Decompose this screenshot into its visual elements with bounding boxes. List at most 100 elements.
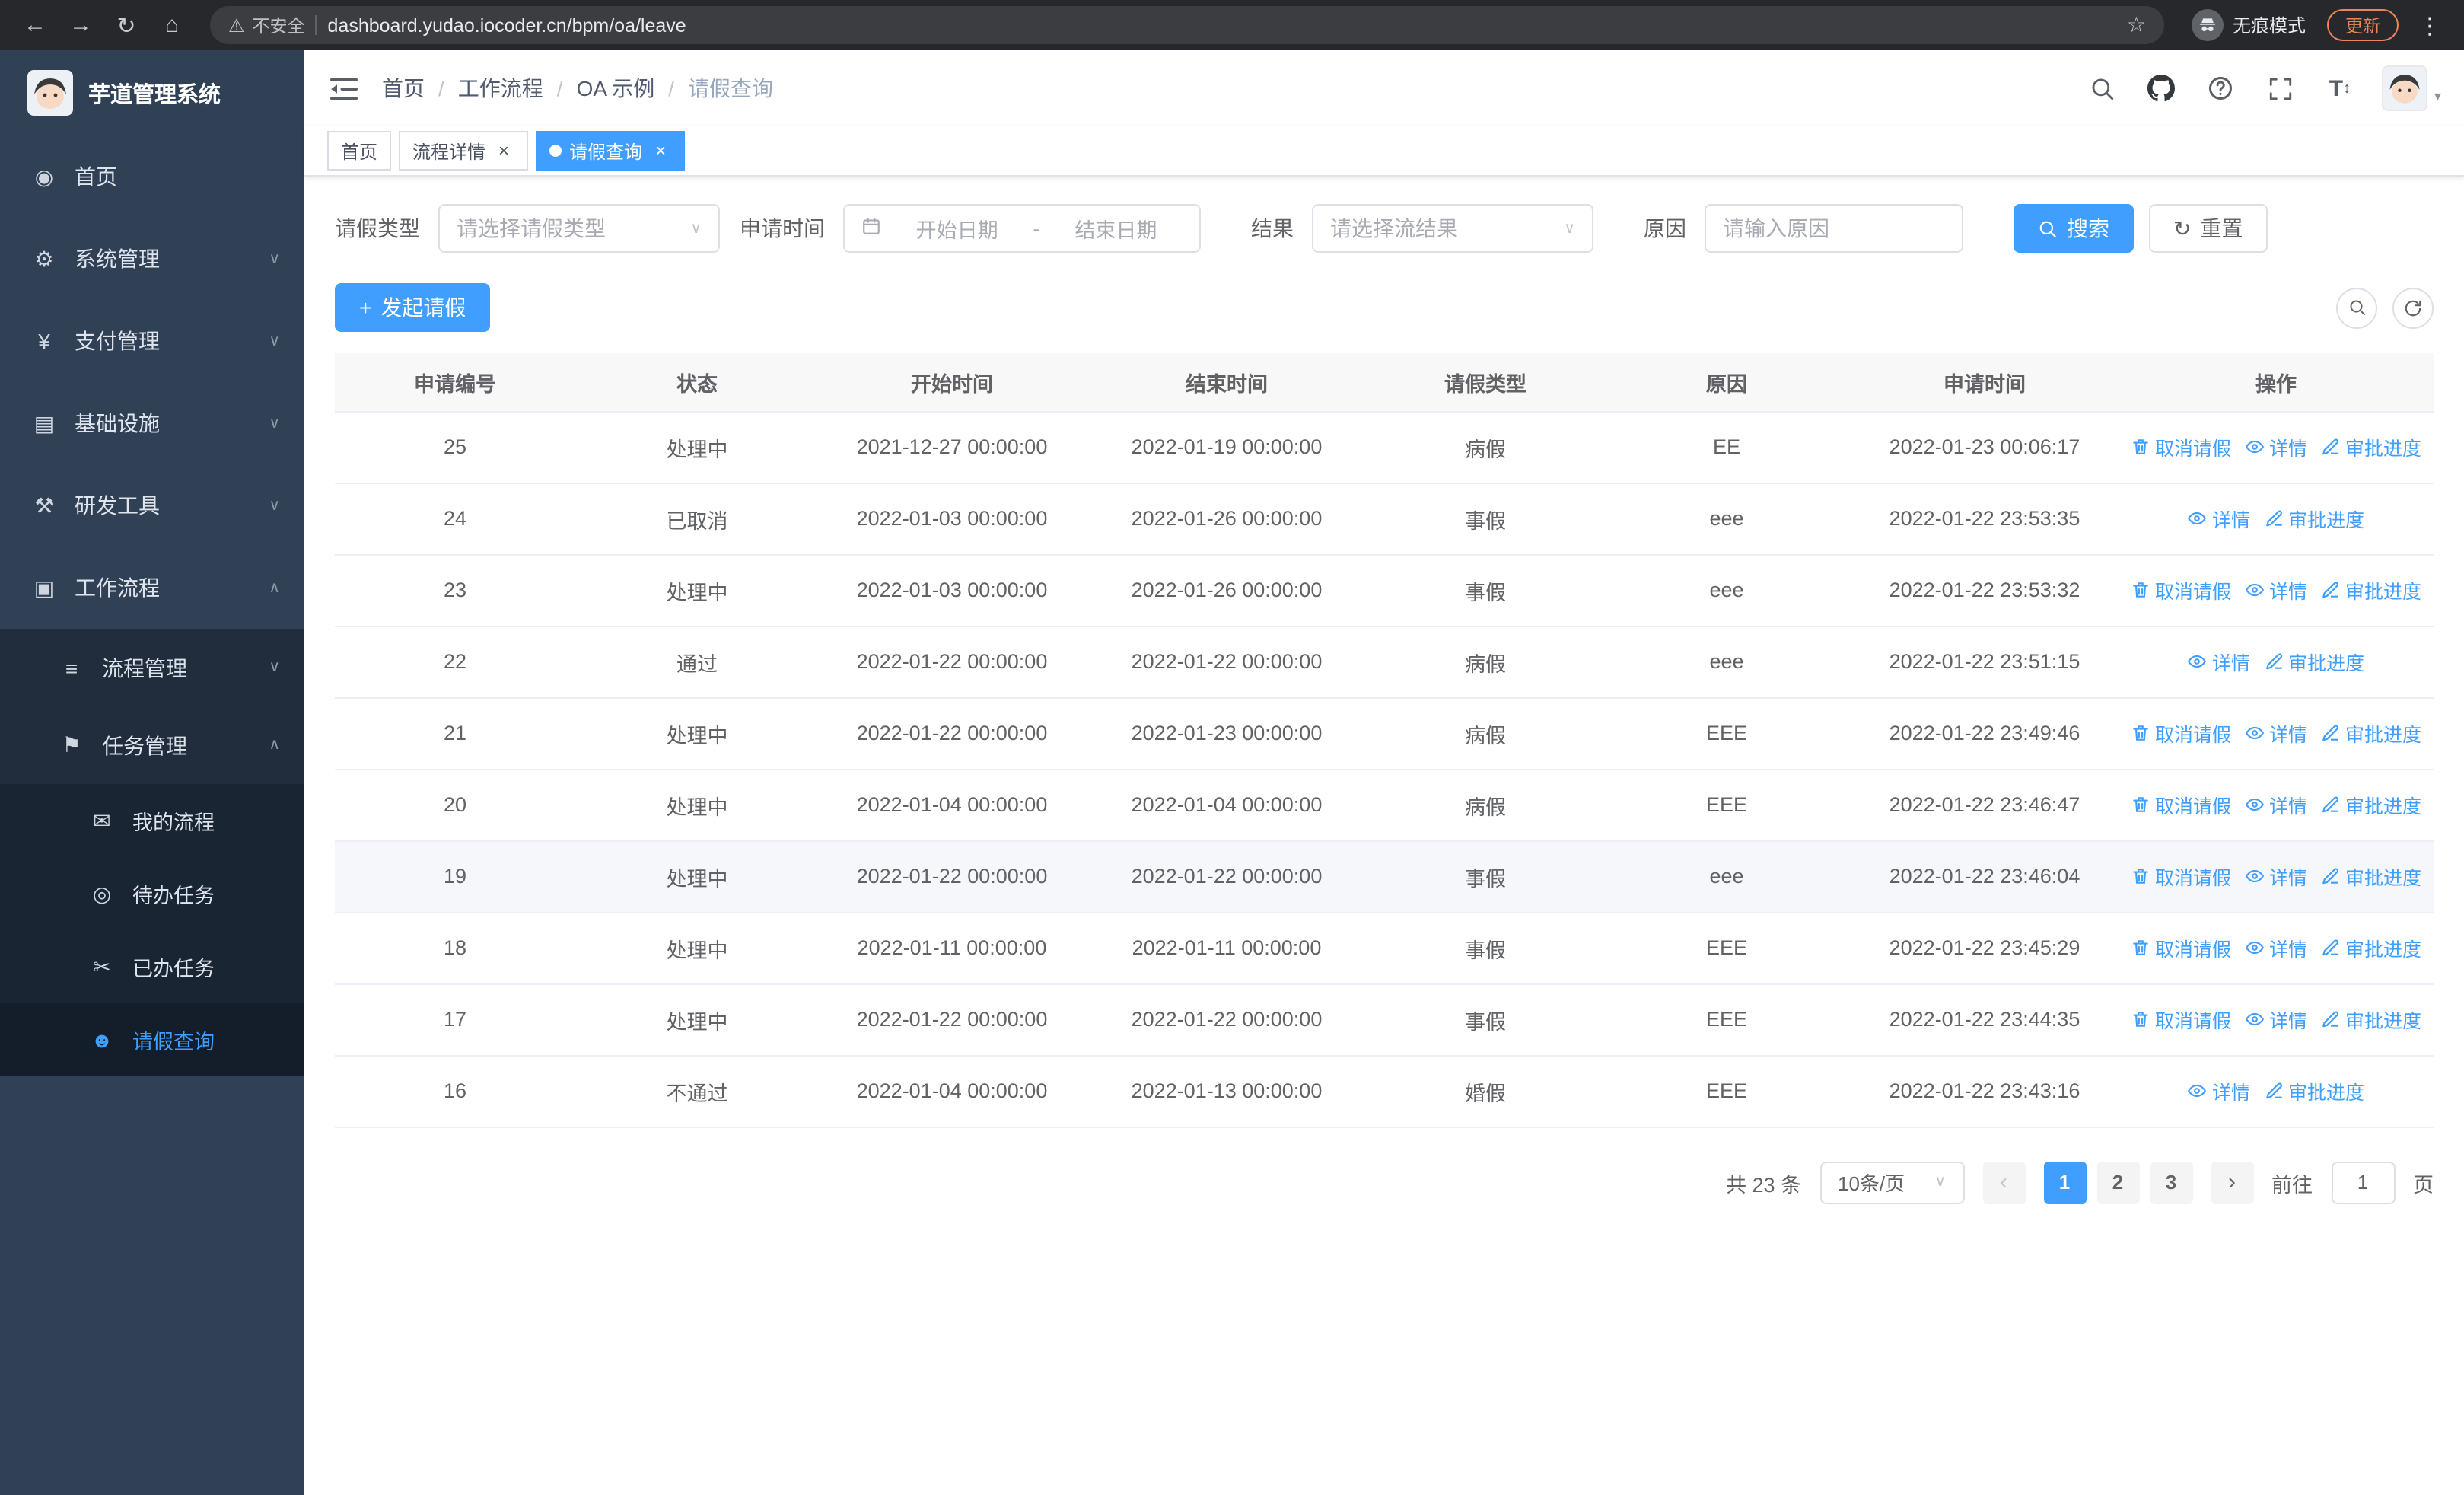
- cell-start-time: 2022-01-03 00:00:00: [819, 554, 1085, 626]
- cancel-leave-link[interactable]: 取消请假: [2131, 933, 2231, 962]
- approval-progress-link[interactable]: 审批进度: [2321, 432, 2421, 461]
- sidebar-item-infrastructure[interactable]: ▤ 基础设施 ∨: [0, 382, 304, 464]
- reason-label: 原因: [1644, 216, 1686, 241]
- create-leave-button[interactable]: + 发起请假: [335, 283, 491, 332]
- pager-pages: 123: [2043, 1161, 2192, 1203]
- search-button[interactable]: 搜索: [2014, 204, 2134, 253]
- breadcrumb-workflow[interactable]: 工作流程: [458, 73, 543, 104]
- sidebar-item-payment[interactable]: ¥ 支付管理 ∨: [0, 300, 304, 382]
- page-button-2[interactable]: 2: [2096, 1161, 2139, 1203]
- approval-progress-link[interactable]: 审批进度: [2264, 504, 2364, 533]
- tab-leave-query[interactable]: 请假查询 ×: [536, 131, 686, 171]
- close-icon[interactable]: ×: [493, 140, 514, 161]
- detail-link[interactable]: 详情: [2245, 933, 2307, 962]
- refresh-icon: ↻: [2173, 216, 2192, 241]
- approval-progress-link[interactable]: 审批进度: [2264, 1076, 2364, 1105]
- total-count: 共 23 条: [1725, 1173, 1801, 1196]
- address-bar[interactable]: ⚠ 不安全 dashboard.yudao.iocoder.cn/bpm/oa/…: [210, 6, 2164, 44]
- back-icon[interactable]: ←: [15, 5, 55, 45]
- apply-time-range-picker[interactable]: 开始日期 - 结束日期: [843, 204, 1201, 253]
- cell-apply-id: 22: [335, 626, 575, 698]
- tools-icon: ⚒: [34, 492, 54, 517]
- cancel-leave-link[interactable]: 取消请假: [2131, 575, 2231, 604]
- sidebar-item-process-management[interactable]: ≡ 流程管理 ∨: [0, 629, 304, 706]
- tab-home[interactable]: 首页: [327, 131, 392, 171]
- yen-icon: ¥: [38, 329, 50, 353]
- sidebar-item-done-tasks[interactable]: ✂ 已办任务: [0, 930, 304, 1003]
- cancel-leave-link[interactable]: 取消请假: [2131, 862, 2231, 891]
- prev-page-button[interactable]: ‹: [1982, 1161, 2025, 1203]
- detail-link[interactable]: 详情: [2245, 575, 2307, 604]
- workflow-icon: ▣: [33, 575, 55, 599]
- help-icon[interactable]: [2205, 72, 2238, 105]
- detail-link[interactable]: 详情: [2245, 862, 2307, 891]
- sidebar-item-system[interactable]: ⚙ 系统管理 ∨: [0, 218, 304, 300]
- url-text: dashboard.yudao.iocoder.cn/bpm/oa/leave: [327, 14, 686, 36]
- sidebar-item-home[interactable]: ◉ 首页: [0, 135, 304, 218]
- cancel-leave-link[interactable]: 取消请假: [2131, 432, 2231, 461]
- github-icon[interactable]: [2145, 72, 2179, 105]
- approval-progress-link[interactable]: 审批进度: [2264, 647, 2364, 676]
- tab-process-detail[interactable]: 流程详情 ×: [399, 131, 529, 171]
- approval-progress-link[interactable]: 审批进度: [2321, 862, 2421, 891]
- security-chip[interactable]: ⚠ 不安全: [228, 13, 305, 37]
- approval-progress-link[interactable]: 审批进度: [2321, 1005, 2421, 1034]
- refresh-table-button[interactable]: [2392, 287, 2434, 328]
- reload-icon[interactable]: ↻: [107, 5, 146, 45]
- breadcrumb-oa-example[interactable]: OA 示例: [577, 73, 655, 104]
- goto-page-input[interactable]: [2331, 1161, 2395, 1203]
- search-icon[interactable]: [2086, 72, 2119, 105]
- reason-input[interactable]: 请输入原因: [1705, 204, 1963, 253]
- cell-start-time: 2022-01-22 00:00:00: [819, 697, 1085, 770]
- sidebar-item-workflow[interactable]: ▣ 工作流程 ∧: [0, 547, 304, 629]
- app-title: 芋道管理系统: [88, 83, 221, 107]
- cell-apply-id: 20: [335, 769, 575, 841]
- table-row: 22 通过 2022-01-22 00:00:00 2022-01-22 00:00:…: [335, 626, 2434, 698]
- page-button-3[interactable]: 3: [2150, 1161, 2192, 1203]
- detail-link[interactable]: 详情: [2245, 1005, 2307, 1034]
- next-page-button[interactable]: ›: [2211, 1161, 2253, 1203]
- sidebar-item-task-management[interactable]: ⚑ 任务管理 ∧: [0, 706, 304, 784]
- hide-search-button[interactable]: [2336, 287, 2377, 328]
- end-date-placeholder: 结束日期: [1074, 219, 1157, 242]
- sidebar-toggle-icon[interactable]: [327, 72, 361, 105]
- browser-window: ← → ↻ ⌂ ⚠ 不安全 dashboard.yudao.iocoder.cn…: [0, 0, 2464, 1495]
- bookmark-star-icon[interactable]: ☆: [2127, 12, 2146, 38]
- page-size-select[interactable]: 10条/页 ∨: [1819, 1161, 1964, 1203]
- sidebar-item-my-process[interactable]: ✉ 我的流程: [0, 784, 304, 857]
- chevron-down-icon: ∨: [1564, 220, 1575, 237]
- cancel-leave-link[interactable]: 取消请假: [2131, 1005, 2231, 1034]
- detail-link[interactable]: 详情: [2245, 790, 2307, 819]
- cell-status: 处理中: [575, 769, 819, 841]
- sidebar-item-leave-query[interactable]: ☻ 请假查询: [0, 1003, 304, 1076]
- home-icon[interactable]: ⌂: [152, 5, 192, 45]
- approval-progress-link[interactable]: 审批进度: [2321, 933, 2421, 962]
- user-menu[interactable]: ▾: [2382, 65, 2441, 111]
- detail-link[interactable]: 详情: [2245, 432, 2307, 461]
- detail-link[interactable]: 详情: [2188, 647, 2250, 676]
- browser-menu-icon[interactable]: ⋮: [2411, 11, 2449, 39]
- sidebar-item-todo-tasks[interactable]: ◎ 待办任务: [0, 857, 304, 930]
- leave-type-select[interactable]: 请选择请假类型 ∨: [438, 204, 720, 253]
- incognito-badge: 无痕模式: [2191, 9, 2306, 41]
- update-button[interactable]: 更新: [2327, 9, 2399, 41]
- approval-progress-link[interactable]: 审批进度: [2321, 790, 2421, 819]
- font-size-icon[interactable]: T ↕: [2323, 72, 2357, 105]
- close-icon[interactable]: ×: [650, 140, 671, 161]
- cancel-leave-link[interactable]: 取消请假: [2131, 719, 2231, 748]
- approval-progress-link[interactable]: 审批进度: [2321, 719, 2421, 748]
- cancel-leave-link[interactable]: 取消请假: [2131, 790, 2231, 819]
- breadcrumb-current: 请假查询: [688, 76, 774, 100]
- page-button-1[interactable]: 1: [2043, 1161, 2086, 1203]
- sidebar-item-devtools[interactable]: ⚒ 研发工具 ∨: [0, 464, 304, 547]
- approval-progress-link[interactable]: 审批进度: [2321, 575, 2421, 604]
- result-select[interactable]: 请选择流结果 ∨: [1312, 204, 1593, 253]
- fullscreen-icon[interactable]: [2264, 72, 2297, 105]
- detail-link[interactable]: 详情: [2188, 504, 2250, 533]
- detail-link[interactable]: 详情: [2188, 1076, 2250, 1105]
- detail-link[interactable]: 详情: [2245, 719, 2307, 748]
- forward-icon[interactable]: →: [61, 5, 100, 45]
- breadcrumb-home[interactable]: 首页: [382, 73, 425, 104]
- app-logo-row[interactable]: 芋道管理系统: [0, 50, 304, 135]
- reset-button[interactable]: ↻ 重置: [2149, 204, 2268, 253]
